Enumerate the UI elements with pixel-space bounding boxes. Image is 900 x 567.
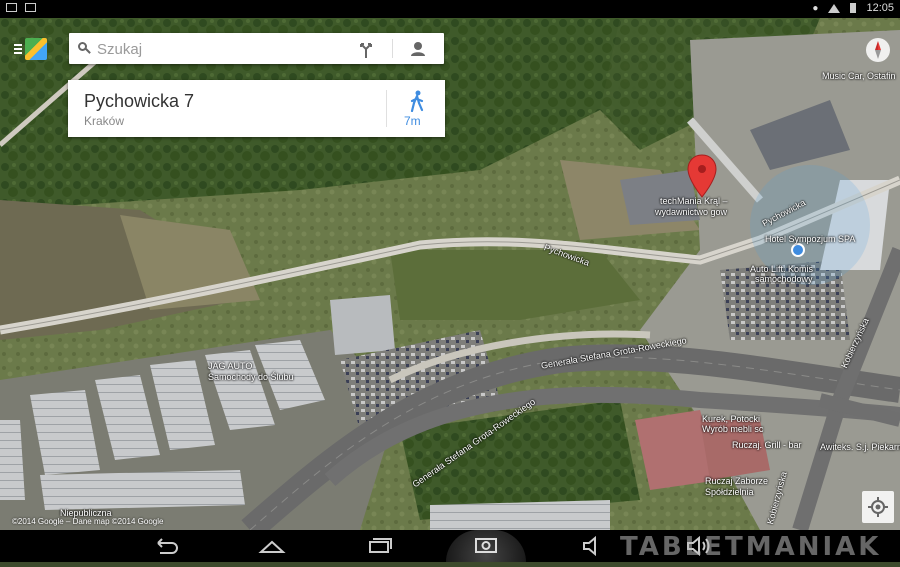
compass-icon (875, 41, 881, 59)
directions-button[interactable] (355, 38, 377, 60)
search-divider (392, 39, 393, 58)
walking-time: 7m (404, 114, 421, 128)
place-pin-icon[interactable] (686, 153, 718, 199)
poi-label-ruczaj-zaborze-2: Spółdzielnia (705, 487, 754, 497)
my-location-button[interactable] (862, 491, 894, 523)
recent-apps-button[interactable] (366, 536, 394, 556)
account-button[interactable] (407, 38, 429, 60)
back-icon (157, 538, 178, 554)
place-name: Pychowicka 7 (84, 91, 195, 111)
poi-label-ruczaj-zaborze[interactable]: Ruczaj Zaborze (705, 476, 768, 486)
poi-label-music-car[interactable]: Music Car, Ostafin (822, 71, 896, 81)
back-button[interactable] (152, 536, 180, 556)
camera-icon (475, 538, 497, 553)
poi-label-kurek[interactable]: Kurek, Potocki (702, 414, 760, 424)
poi-label-awiteks[interactable]: Awiteks. S.j. Piekarn (820, 442, 900, 452)
recent-apps-icon (369, 538, 392, 553)
poi-label-jag-auto[interactable]: JAG AUTO (208, 361, 252, 371)
search-input[interactable]: Szukaj (97, 41, 142, 58)
watermark: TABLETMANIAK (620, 532, 882, 562)
volume-down-button[interactable] (580, 535, 606, 557)
mail-notification-icon (6, 3, 17, 12)
location-status-icon: ● (812, 2, 819, 14)
search-box[interactable]: Szukaj (69, 33, 444, 64)
image-notification-icon (25, 3, 36, 12)
map-copyright: ©2014 Google – Dane map ©2014 Google (12, 517, 164, 526)
crosshair-icon (868, 497, 888, 517)
place-card[interactable]: Pychowicka 7 Kraków 7m (68, 80, 445, 137)
my-location-dot (791, 243, 805, 257)
volume-down-icon (583, 535, 596, 557)
google-maps-logo-icon (25, 38, 47, 60)
home-button[interactable] (258, 536, 286, 556)
poi-label-wydawnictwo[interactable]: wydawnictwo gow (655, 207, 727, 217)
wifi-icon (828, 3, 841, 13)
directions-icon (360, 43, 372, 58)
screenshot-button[interactable] (446, 530, 526, 562)
poi-label-hotel[interactable]: Hotel Sympozjum SPA (765, 234, 855, 244)
poi-label-jag-auto-2: Samochody do Ślubu (208, 372, 294, 382)
clock: 12:05 (866, 2, 894, 14)
person-icon (411, 42, 425, 56)
place-card-divider (386, 90, 387, 127)
walking-icon (410, 90, 424, 112)
hamburger-icon (14, 44, 22, 46)
poi-label-ruczaj-grill[interactable]: Ruczaj. Grill - bar (732, 440, 802, 450)
place-city: Kraków (84, 114, 125, 128)
search-icon-handle (85, 48, 91, 54)
poi-label-auto-lift-2: samochodowy (755, 274, 813, 284)
poi-label-kurek-2: Wyrób mebli sc (702, 424, 764, 434)
walking-directions-button[interactable] (388, 80, 445, 137)
compass-button[interactable] (866, 38, 890, 62)
battery-icon (850, 3, 857, 13)
menu-button[interactable] (14, 38, 50, 62)
poi-label-techmania[interactable]: techMania Krąl – (660, 196, 728, 206)
status-bar: ● 12:05 (0, 0, 900, 18)
poi-label-auto-lift[interactable]: Auto Lift. Komis (750, 264, 813, 274)
home-icon (258, 540, 286, 553)
